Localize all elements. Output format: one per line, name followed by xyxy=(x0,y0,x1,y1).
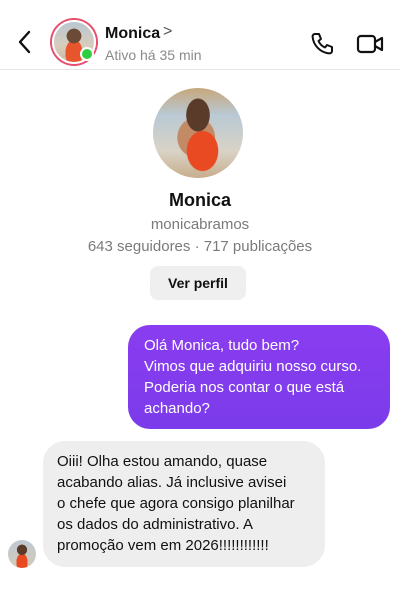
online-indicator xyxy=(80,47,94,61)
message-line: Olá Monica, tudo bem? xyxy=(144,337,300,354)
back-chevron-icon[interactable] xyxy=(14,28,36,56)
profile-handle: monicabramos xyxy=(150,216,250,233)
chevron-right-icon[interactable]: > xyxy=(163,23,172,41)
message-line: os dados do administrativo. A xyxy=(57,516,253,533)
view-profile-button[interactable]: Ver perfil xyxy=(150,266,246,300)
sender-avatar[interactable] xyxy=(8,540,36,568)
message-line: Vimos que adquiriu nosso curso. xyxy=(144,358,362,375)
message-line: acabando alias. Já inclusive avisei xyxy=(57,474,287,491)
message-line: achando? xyxy=(144,400,210,417)
incoming-message[interactable]: Oiii! Olha estou amando, quase acabando … xyxy=(43,441,325,567)
message-line: promoção vem em 2026!!!!!!!!!!!! xyxy=(57,537,269,554)
video-camera-icon[interactable] xyxy=(356,33,384,55)
message-line: o chefe que agora consigo planilhar xyxy=(57,495,295,512)
phone-icon[interactable] xyxy=(309,31,335,57)
chat-header: Monica > Ativo há 35 min xyxy=(0,0,400,70)
message-line: Oiii! Olha estou amando, quase xyxy=(57,453,268,470)
contact-name[interactable]: Monica xyxy=(105,25,160,43)
message-line: Poderia nos contar o que está xyxy=(144,379,345,396)
outgoing-message[interactable]: Olá Monica, tudo bem? Vimos que adquiriu… xyxy=(128,325,390,429)
activity-status: Ativo há 35 min xyxy=(105,47,202,63)
profile-stats: 643 seguidores · 717 publicações xyxy=(87,238,313,255)
profile-name: Monica xyxy=(168,190,231,210)
profile-avatar[interactable] xyxy=(153,88,243,178)
